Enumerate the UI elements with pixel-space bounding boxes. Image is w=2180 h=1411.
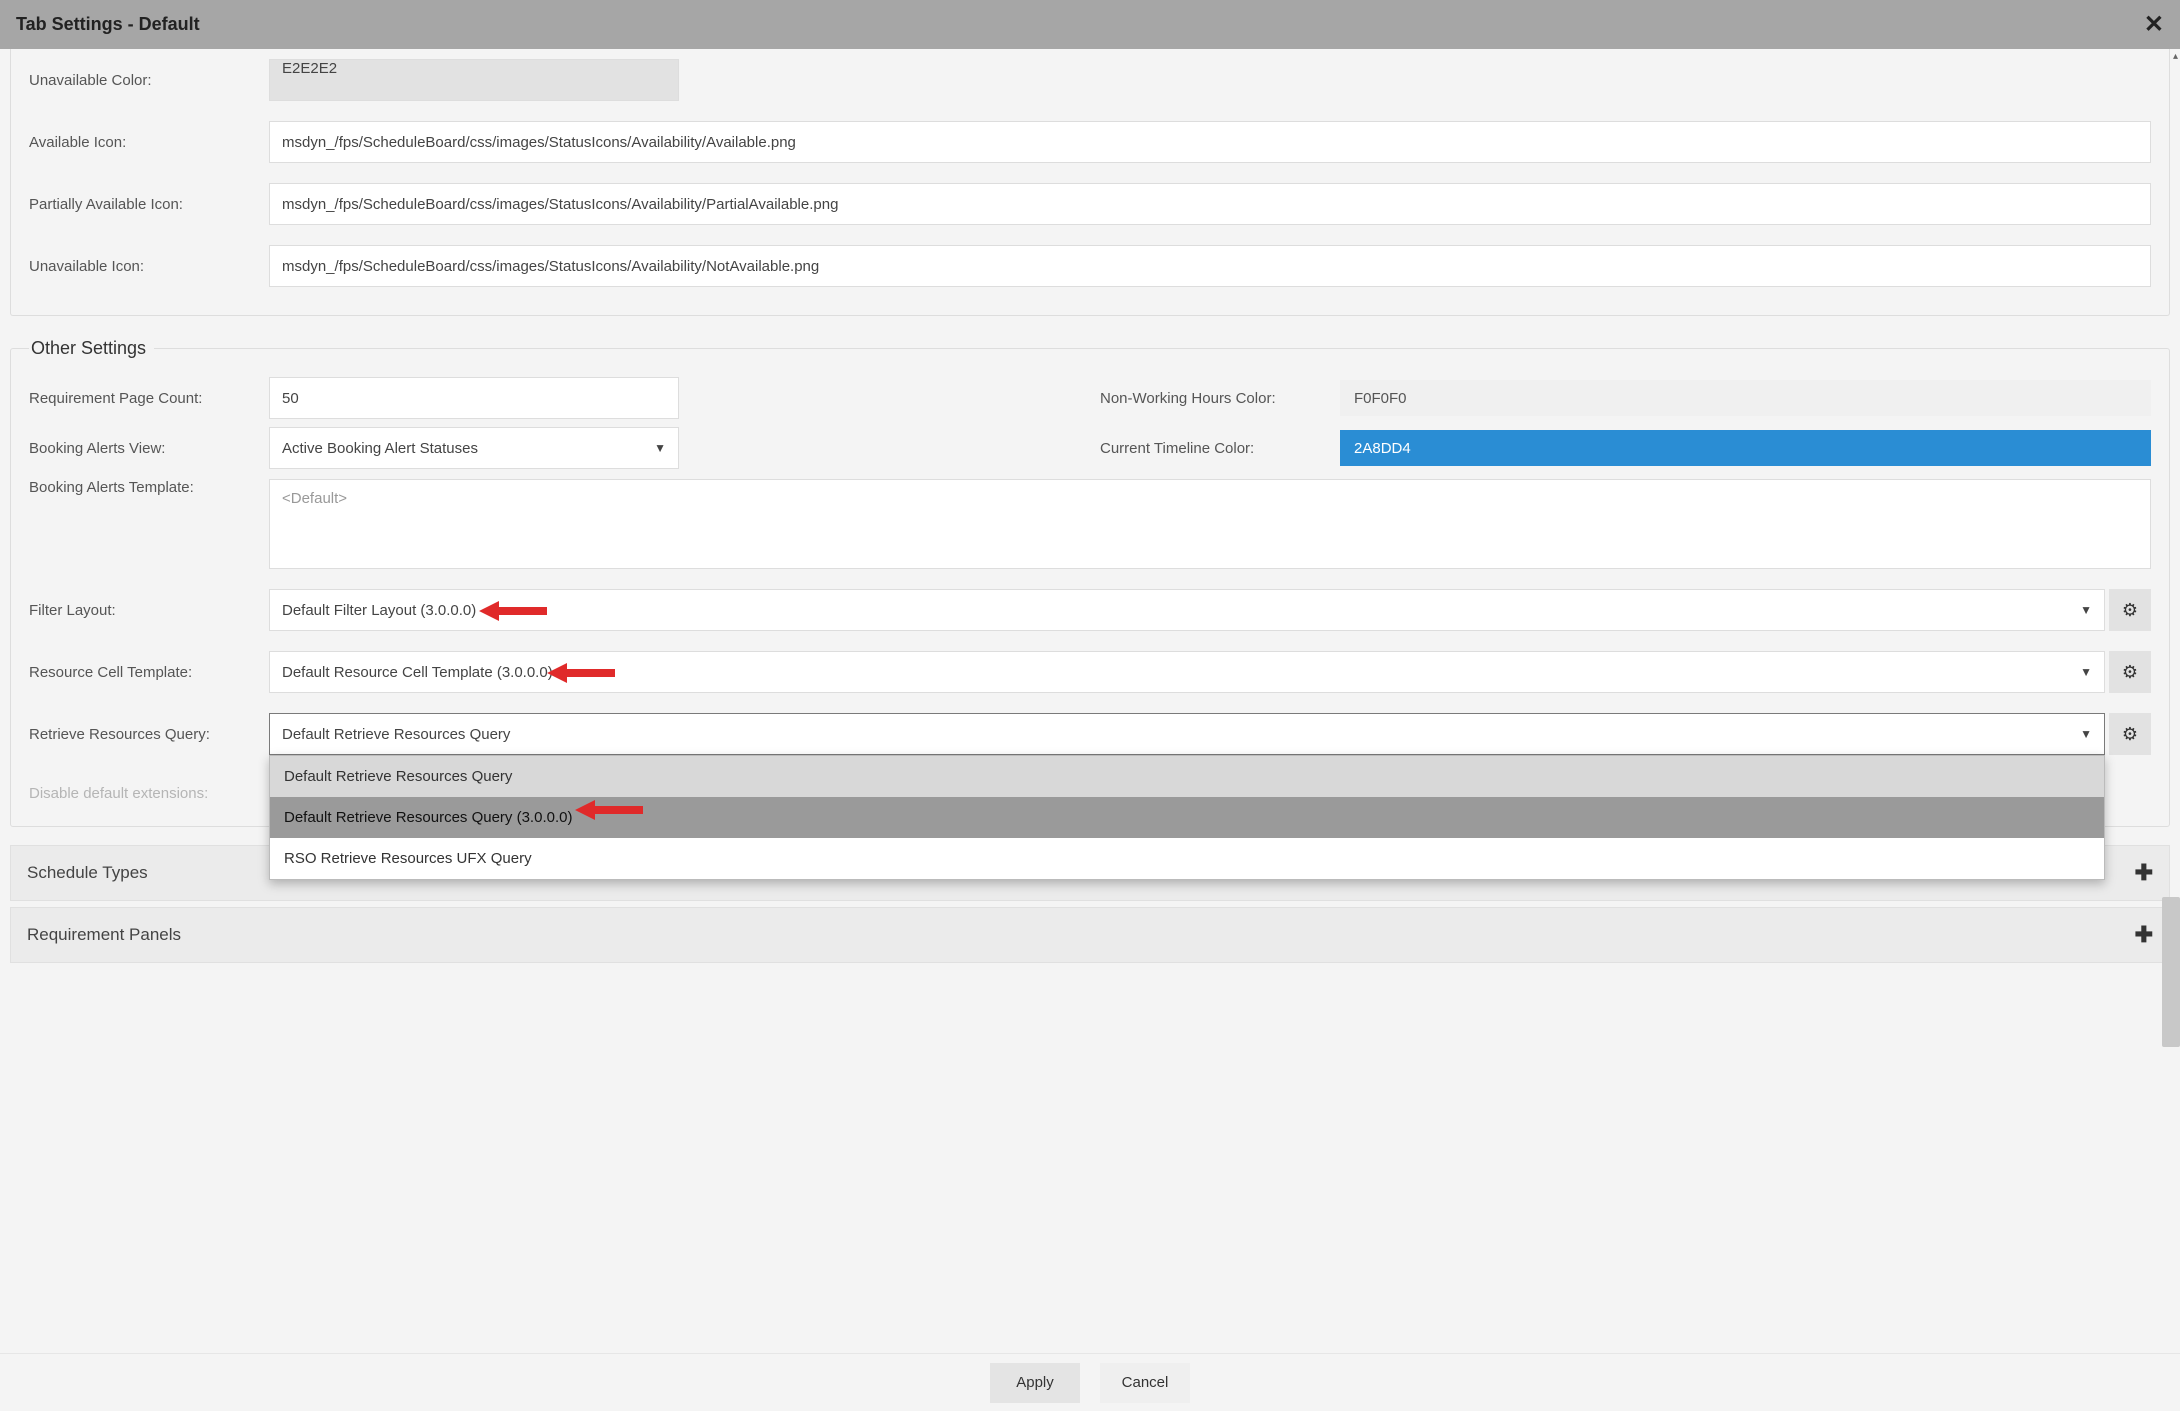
dialog-title: Tab Settings - Default (16, 14, 200, 35)
plus-icon: ✚ (2135, 922, 2153, 948)
booking-alerts-template-label: Booking Alerts Template: (29, 479, 269, 496)
unavailable-icon-label: Unavailable Icon: (29, 258, 269, 275)
annotation-arrow-icon (575, 797, 643, 823)
requirement-panels-label: Requirement Panels (27, 925, 181, 945)
resource-cell-gear-button[interactable]: ⚙ (2109, 651, 2151, 693)
retrieve-resources-query-dropdown[interactable]: Default Retrieve Resources Query ▼ (269, 713, 2105, 755)
close-icon[interactable]: ✕ (2144, 10, 2164, 39)
gear-icon: ⚙ (2122, 662, 2138, 683)
dropdown-option[interactable]: Default Retrieve Resources Query (3.0.0.… (270, 797, 2104, 838)
req-page-count-label: Requirement Page Count: (29, 390, 269, 407)
requirement-panels-accordion[interactable]: Requirement Panels ✚ (10, 907, 2170, 963)
nonworking-hours-color-label: Non-Working Hours Color: (1100, 390, 1340, 407)
booking-alerts-template-field[interactable]: <Default> (269, 479, 2151, 569)
retrieve-resources-query-label: Retrieve Resources Query: (29, 726, 269, 743)
chevron-down-icon: ▼ (2080, 665, 2092, 679)
partially-available-icon-field[interactable] (269, 183, 2151, 225)
scroll-up-icon[interactable]: ▴ (2173, 51, 2178, 62)
unavailable-color-label: Unavailable Color: (29, 72, 269, 89)
unavailable-icon-field[interactable] (269, 245, 2151, 287)
filter-layout-label: Filter Layout: (29, 602, 269, 619)
apply-button[interactable]: Apply (990, 1363, 1080, 1403)
booking-alerts-view-dropdown[interactable]: Active Booking Alert Statuses ▼ (269, 427, 679, 469)
other-settings-legend: Other Settings (29, 338, 154, 359)
title-bar: Tab Settings - Default ✕ (0, 0, 2180, 49)
other-settings-group: Other Settings Requirement Page Count: N… (10, 338, 2170, 827)
dropdown-option[interactable]: RSO Retrieve Resources UFX Query (270, 838, 2104, 879)
resource-cell-template-label: Resource Cell Template: (29, 664, 269, 681)
chevron-down-icon: ▼ (2080, 727, 2092, 741)
chevron-down-icon: ▼ (654, 441, 666, 455)
chevron-down-icon: ▼ (2080, 603, 2092, 617)
booking-alerts-view-label: Booking Alerts View: (29, 440, 269, 457)
resource-cell-template-dropdown[interactable]: Default Resource Cell Template (3.0.0.0)… (269, 651, 2105, 693)
available-icon-label: Available Icon: (29, 134, 269, 151)
retrieve-resources-query-options: Default Retrieve Resources Query Default… (269, 755, 2105, 880)
partially-available-icon-label: Partially Available Icon: (29, 196, 269, 213)
available-icon-field[interactable] (269, 121, 2151, 163)
gear-icon: ⚙ (2122, 600, 2138, 621)
nonworking-hours-color-field[interactable]: F0F0F0 (1340, 380, 2151, 416)
filter-layout-dropdown[interactable]: Default Filter Layout (3.0.0.0) ▼ (269, 589, 2105, 631)
disable-default-extensions-label: Disable default extensions: (29, 785, 269, 802)
schedule-types-label: Schedule Types (27, 863, 148, 883)
retrieve-resources-gear-button[interactable]: ⚙ (2109, 713, 2151, 755)
gear-icon: ⚙ (2122, 724, 2138, 745)
plus-icon: ✚ (2135, 860, 2153, 886)
current-timeline-color-label: Current Timeline Color: (1100, 440, 1340, 457)
current-timeline-color-field[interactable]: 2A8DD4 (1340, 430, 2151, 466)
req-page-count-field[interactable] (269, 377, 679, 419)
dropdown-option[interactable]: Default Retrieve Resources Query (270, 756, 2104, 797)
filter-layout-gear-button[interactable]: ⚙ (2109, 589, 2151, 631)
scrollbar-thumb[interactable] (2162, 897, 2180, 1047)
content-area: ▴ Unavailable Color: E2E2E2 Available Ic… (0, 49, 2180, 1353)
cancel-button[interactable]: Cancel (1100, 1363, 1190, 1403)
unavailable-color-field[interactable]: E2E2E2 (269, 59, 679, 101)
dialog-footer: Apply Cancel (0, 1353, 2180, 1411)
icon-settings-group: Unavailable Color: E2E2E2 Available Icon… (10, 49, 2170, 316)
